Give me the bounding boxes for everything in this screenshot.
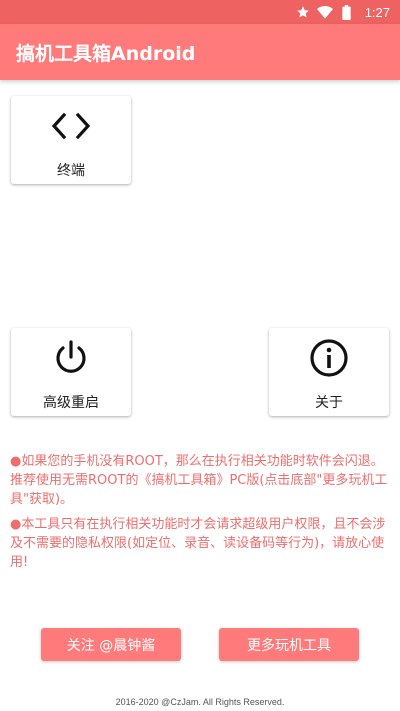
code-icon <box>51 106 91 146</box>
terminal-label: 终端 <box>57 163 85 179</box>
star-icon <box>295 4 311 20</box>
more-tools-button[interactable]: 更多玩机工具 <box>219 628 359 661</box>
about-card[interactable]: 关于 <box>269 328 389 416</box>
app-title: 搞机工具箱Android <box>16 42 196 65</box>
power-icon <box>51 338 91 378</box>
about-label: 关于 <box>315 395 343 411</box>
info-icon <box>309 338 349 378</box>
wifi-icon <box>316 4 333 20</box>
notice-no-root: ●如果您的手机没有ROOT，那么在执行相关功能时软件会闪退。推荐使用无需ROOT… <box>10 454 388 507</box>
app-bar: 搞机工具箱Android <box>0 24 400 80</box>
advanced-reboot-card[interactable]: 高级重启 <box>11 328 131 416</box>
follow-button[interactable]: 关注 @晨钟酱 <box>41 628 181 661</box>
advanced-reboot-label: 高级重启 <box>43 395 99 411</box>
copyright-footer: 2016-2020 @CzJam. All Rights Reserved. <box>115 697 285 707</box>
status-time: 1:27 <box>364 4 390 20</box>
notice-permissions: ●本工具只有在执行相关功能时才会请求超级用户权限，且不会涉及不需要的隐私权限(如… <box>10 517 386 570</box>
battery-icon <box>339 4 355 20</box>
status-bar: 1:27 <box>0 0 400 24</box>
terminal-card[interactable]: 终端 <box>11 96 131 184</box>
